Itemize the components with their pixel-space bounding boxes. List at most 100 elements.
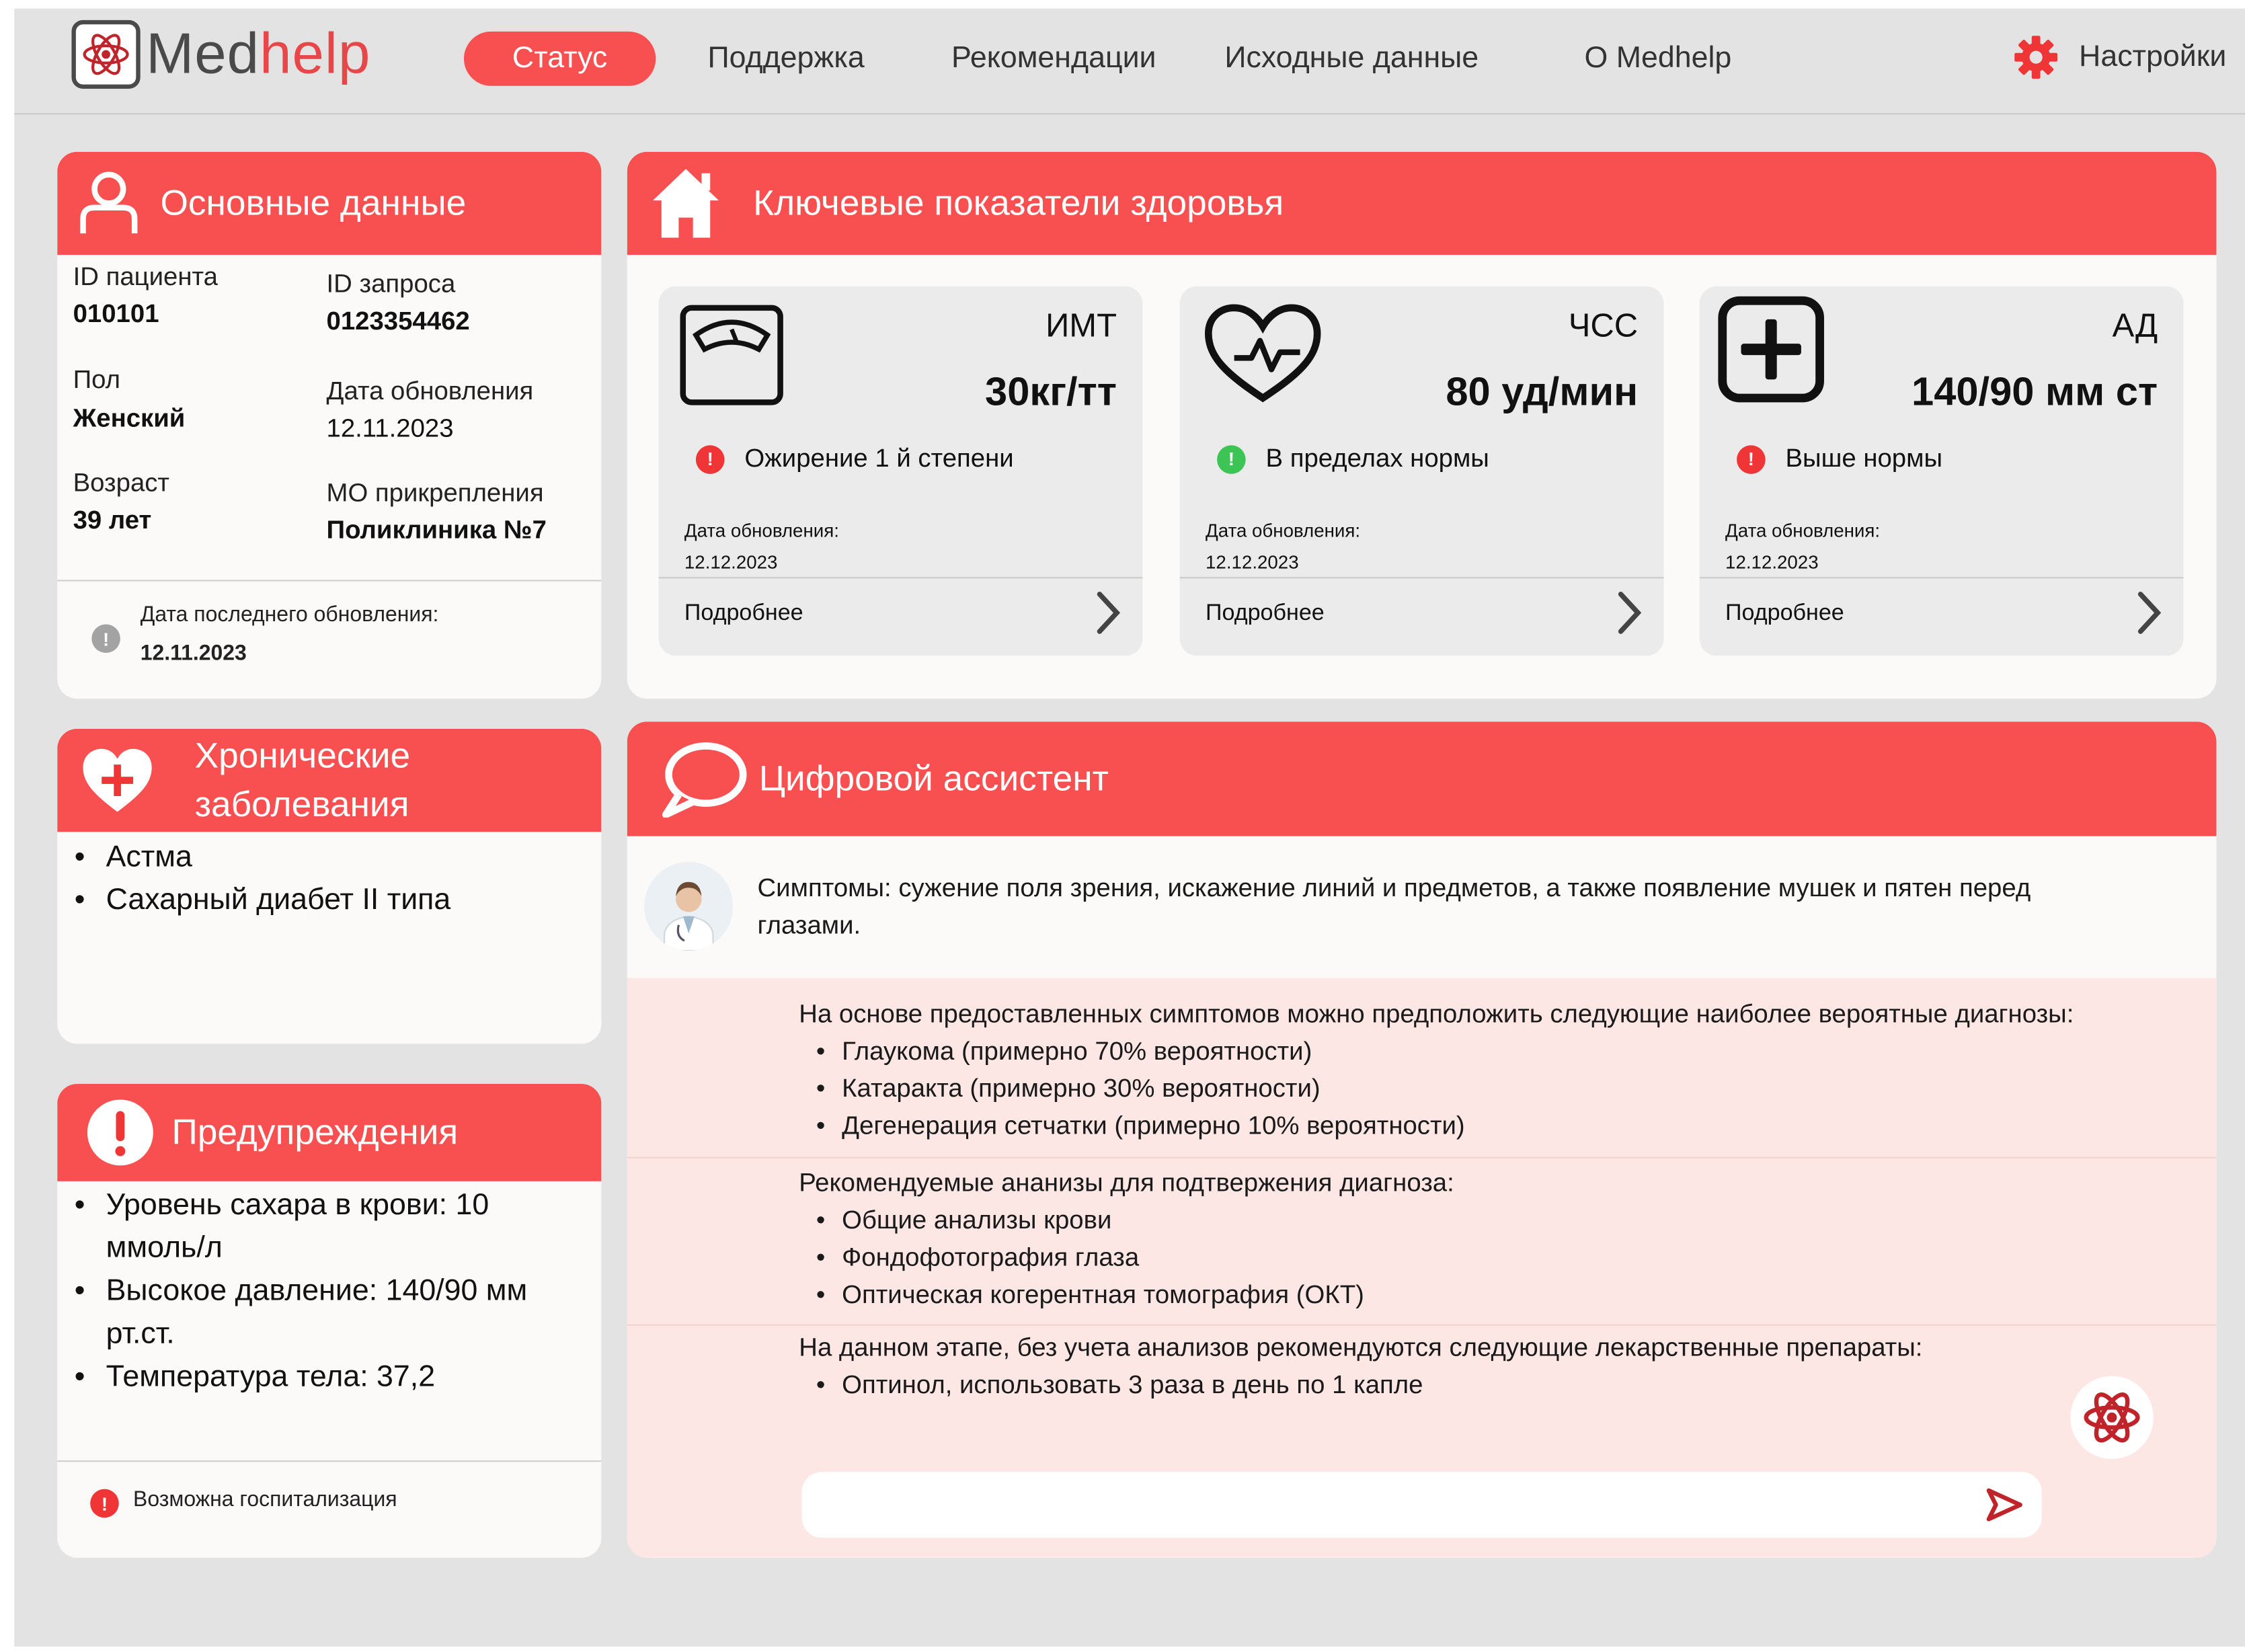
warnings-header: Предупреждения bbox=[57, 1084, 602, 1181]
divider bbox=[627, 1156, 2217, 1158]
message-input-wrapper bbox=[801, 1472, 2042, 1538]
sex-label: Пол bbox=[73, 365, 121, 394]
heart-rate-metric-card[interactable]: ЧСС 80 уд/мин ! В пределах нормы Дата обн… bbox=[1179, 286, 1664, 656]
metric-value: 140/90 мм ст bbox=[1912, 369, 2158, 414]
nav-recommendations[interactable]: Рекомендации bbox=[931, 32, 1177, 86]
gear-icon bbox=[2014, 36, 2058, 79]
list-item: Общие анализы крови bbox=[799, 1202, 2202, 1238]
metric-status: ! Ожирение 1 й степени bbox=[695, 444, 1014, 474]
message-input[interactable] bbox=[801, 1472, 1962, 1538]
divider bbox=[627, 1324, 2217, 1326]
warnings-card: Предупреждения Уровень сахара в крови: 1… bbox=[57, 1084, 602, 1558]
tests-block: Рекомендуемые ананизы для подтвержения д… bbox=[799, 1164, 2202, 1313]
health-indicators-header: Ключевые показатели здоровья bbox=[627, 151, 2217, 255]
sex-value: Женский bbox=[73, 403, 186, 433]
nav-status[interactable]: Статус bbox=[463, 31, 656, 86]
atom-icon bbox=[2084, 1392, 2140, 1443]
nav-support[interactable]: Поддержка bbox=[687, 32, 885, 86]
age-value: 39 лет bbox=[73, 505, 152, 535]
chronic-title-line1: Хронические bbox=[194, 736, 411, 777]
divider bbox=[57, 1460, 602, 1462]
mo-label: МО прикрепления bbox=[326, 478, 544, 507]
logo-text: Medhelp bbox=[146, 22, 371, 85]
home-icon bbox=[653, 169, 719, 238]
metric-name: АД bbox=[2112, 306, 2158, 344]
diagnosis-block: На основе предоставленных симптомов можн… bbox=[799, 995, 2202, 1144]
ok-icon: ! bbox=[1217, 444, 1246, 473]
basic-data-card: Основные данные ID пациента 010101 ID за… bbox=[57, 151, 602, 699]
chronic-list: Астма Сахарный диабет II типа bbox=[75, 836, 451, 922]
last-update-label: Дата последнего обновления: bbox=[140, 602, 439, 627]
settings-button[interactable]: Настройки bbox=[2013, 34, 2226, 80]
assistant-bot-button[interactable] bbox=[2070, 1376, 2154, 1459]
chronic-diseases-header: Хронические заболевания bbox=[57, 728, 602, 832]
list-item: Сахарный диабет II типа bbox=[75, 879, 451, 922]
alert-icon: ! bbox=[90, 1489, 119, 1518]
metric-date: Дата обновления: 12.12.2023 bbox=[684, 520, 839, 573]
scale-icon bbox=[680, 305, 783, 405]
digital-assistant-card: Цифровой ассистент Симптомы: сужение пол… bbox=[627, 721, 2217, 1558]
basic-data-header: Основные данные bbox=[57, 151, 602, 255]
app-window: Medhelp Статус Поддержка Рекомендации Ис… bbox=[14, 8, 2245, 1647]
list-item: Астма bbox=[75, 836, 451, 879]
blood-pressure-metric-card[interactable]: АД 140/90 мм ст ! Выше нормы Дата обновле… bbox=[1699, 286, 2184, 656]
metric-name: ИМТ bbox=[1046, 306, 1117, 344]
metric-name: ЧСС bbox=[1568, 306, 1639, 344]
metric-status: ! Выше нормы bbox=[1737, 444, 1942, 474]
age-label: Возраст bbox=[73, 468, 170, 497]
info-icon: ! bbox=[91, 624, 120, 654]
divider bbox=[57, 580, 602, 582]
warnings-list: Уровень сахара в крови: 10 ммоль/л Высок… bbox=[75, 1184, 561, 1399]
basic-data-title: Основные данные bbox=[160, 182, 467, 223]
divider bbox=[1179, 577, 1664, 579]
request-id-value: 0123354462 bbox=[326, 306, 470, 336]
list-item: Оптическая когерентная томография (ОКТ) bbox=[799, 1275, 2202, 1312]
mo-value: Поликлиника №7 bbox=[326, 515, 547, 545]
top-navigation-bar: Medhelp Статус Поддержка Рекомендации Ис… bbox=[14, 9, 2245, 115]
plus-square-icon bbox=[1718, 296, 1824, 403]
chevron-right-icon[interactable] bbox=[2135, 590, 2164, 635]
patient-id-value: 010101 bbox=[73, 299, 159, 328]
digital-assistant-header: Цифровой ассистент bbox=[627, 721, 2217, 836]
medications-block: На данном этапе, без учета анализов реко… bbox=[799, 1329, 2202, 1403]
list-item: Уровень сахара в крови: 10 ммоль/л bbox=[75, 1184, 561, 1270]
warnings-title: Предупреждения bbox=[171, 1111, 459, 1152]
nav-source-data[interactable]: Исходные данные bbox=[1212, 32, 1492, 86]
heart-pulse-icon bbox=[1204, 304, 1321, 403]
alert-icon: ! bbox=[1737, 444, 1766, 473]
last-update-value: 12.11.2023 bbox=[140, 641, 247, 666]
chronic-title-line2: заболевания bbox=[194, 784, 409, 825]
atom-logo-icon bbox=[71, 19, 141, 89]
divider bbox=[658, 577, 1143, 579]
chronic-diseases-card: Хронические заболевания Астма Сахарный д… bbox=[57, 728, 602, 1044]
send-icon[interactable] bbox=[1984, 1486, 2024, 1523]
more-link[interactable]: Подробнее bbox=[1206, 601, 1325, 627]
user-icon bbox=[80, 171, 138, 234]
list-item: Глаукома (примерно 70% вероятности) bbox=[799, 1032, 2202, 1069]
updated-value: 12.11.2023 bbox=[326, 414, 454, 443]
metric-value: 30кг/тт bbox=[985, 369, 1117, 414]
heart-plus-icon bbox=[83, 748, 152, 812]
list-item: Катаракта (примерно 30% вероятности) bbox=[799, 1070, 2202, 1107]
settings-label: Настройки bbox=[2079, 40, 2227, 73]
bmi-metric-card[interactable]: ИМТ 30кг/тт ! Ожирение 1 й степени Дата о… bbox=[658, 286, 1143, 656]
metric-status: ! В пределах нормы bbox=[1217, 444, 1489, 474]
metric-date: Дата обновления: 12.12.2023 bbox=[1206, 520, 1361, 573]
chevron-right-icon[interactable] bbox=[1615, 590, 1644, 635]
list-item: Температура тела: 37,2 bbox=[75, 1356, 561, 1399]
nav-about[interactable]: О Medhelp bbox=[1569, 32, 1747, 86]
list-item: Дегенерация сетчатки (примерно 10% вероя… bbox=[799, 1107, 2202, 1144]
updated-label: Дата обновления bbox=[326, 377, 534, 405]
alert-icon: ! bbox=[695, 444, 725, 473]
chevron-right-icon[interactable] bbox=[1094, 590, 1123, 635]
more-link[interactable]: Подробнее bbox=[684, 601, 803, 627]
digital-assistant-title: Цифровой ассистент bbox=[758, 758, 1109, 799]
more-link[interactable]: Подробнее bbox=[1725, 601, 1844, 627]
list-item: Оптинол, использовать 3 раза в день по 1… bbox=[799, 1366, 2202, 1403]
metric-value: 80 уд/мин bbox=[1446, 369, 1639, 414]
health-indicators-title: Ключевые показатели здоровья bbox=[753, 182, 1284, 223]
doctor-avatar bbox=[644, 861, 734, 951]
exclamation-icon bbox=[87, 1099, 153, 1166]
logo[interactable]: Medhelp bbox=[71, 19, 371, 89]
chat-bubble-icon bbox=[662, 742, 747, 818]
